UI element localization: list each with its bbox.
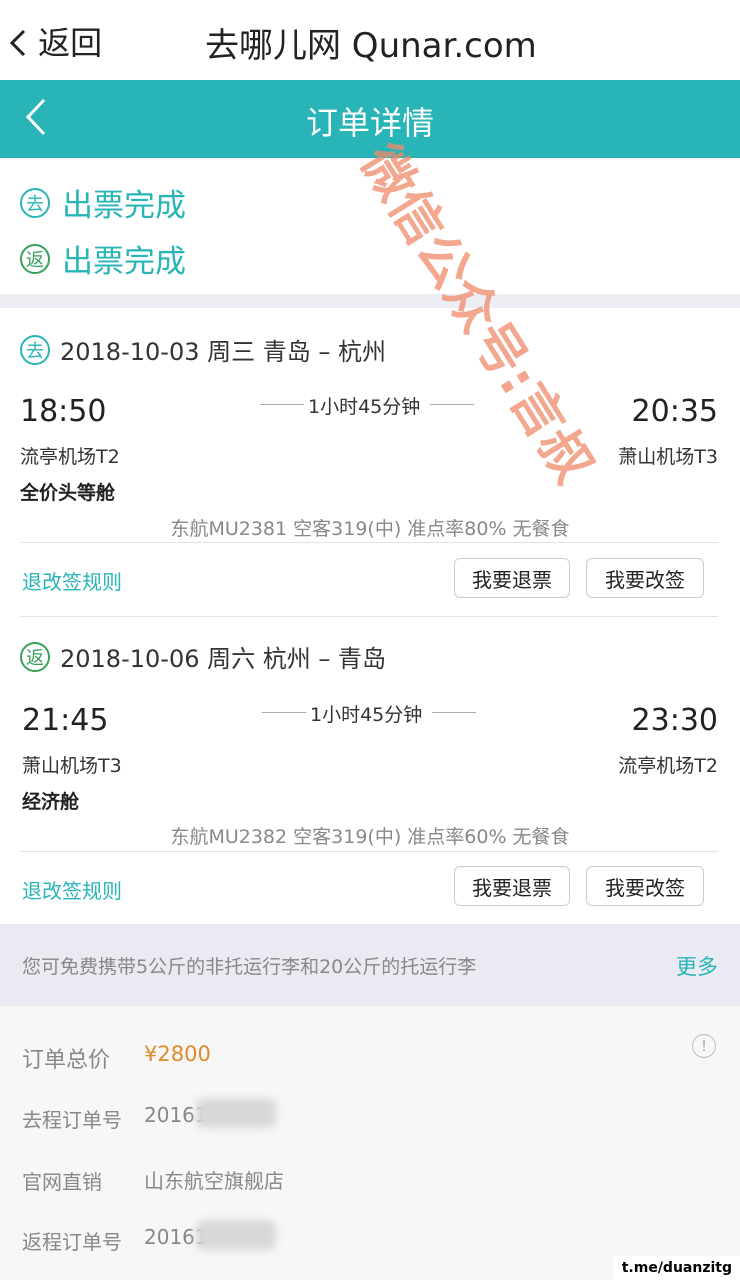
page-title: 订单详情 (305, 104, 434, 142)
depart-time: 21:45 (22, 703, 109, 738)
top-bar: 返回 去哪儿网 Qunar.com (0, 0, 740, 80)
return-status-text: 出票完成 (62, 244, 186, 280)
outbound-leg: 去 2018-10-03 周三 青岛 – 杭州 18:50 20:35 1小时4… (0, 308, 740, 616)
total-price-label: 订单总价 (22, 1048, 111, 1073)
arrive-time: 23:30 (631, 703, 718, 738)
more-link[interactable]: 更多 (676, 951, 718, 981)
cabin-class: 全价头等舱 (20, 482, 116, 504)
duration-line (432, 712, 476, 713)
depart-time: 18:50 (20, 394, 107, 429)
return-badge: 返 (20, 641, 50, 672)
flight-duration: 1小时45分钟 (310, 704, 423, 726)
arrive-time: 20:35 (631, 394, 718, 429)
refund-button[interactable]: 我要退票 (454, 866, 570, 906)
baggage-allowance-text: 您可免费携带5公斤的非托运行李和20公斤的托运行李 (22, 956, 477, 978)
refund-button[interactable]: 我要退票 (454, 558, 570, 598)
change-rules-link[interactable]: 退改签规则 (22, 875, 122, 904)
flight-info: 东航MU2382 空客319(中) 准点率60% 无餐食 (170, 826, 570, 848)
divider (0, 294, 740, 308)
chevron-left-icon (9, 29, 26, 57)
leg-header: 去 2018-10-03 周三 青岛 – 杭州 (20, 332, 386, 367)
return-status: 返 出票完成 (20, 236, 186, 281)
duration-line (430, 404, 474, 405)
nav-bar: 订单详情 (0, 80, 740, 158)
return-leg: 返 2018-10-06 周六 杭州 – 青岛 21:45 23:30 1小时4… (0, 617, 740, 924)
channel-value: 山东航空旗舰店 (144, 1169, 284, 1193)
flight-duration: 1小时45分钟 (308, 396, 421, 418)
duration-line (260, 404, 304, 405)
cabin-class: 经济舱 (22, 791, 80, 813)
flight-info: 东航MU2381 空客319(中) 准点率80% 无餐食 (170, 518, 570, 540)
duration-line (262, 712, 306, 713)
change-rules-link[interactable]: 退改签规则 (22, 566, 122, 595)
outbound-badge: 去 (20, 187, 50, 218)
change-ticket-button[interactable]: 我要改签 (586, 866, 704, 906)
leg-header: 返 2018-10-06 周六 杭州 – 青岛 (20, 639, 386, 674)
redacted-blur (196, 1220, 276, 1250)
corner-tag: t.me/duanzitg (613, 1256, 740, 1280)
outbound-order-no-label: 去程订单号 (22, 1108, 122, 1132)
depart-airport: 流亭机场T2 (20, 446, 120, 468)
ticket-status: 去 出票完成 返 出票完成 (0, 158, 740, 294)
site-title: 去哪儿网 Qunar.com (205, 26, 537, 66)
leg-date-route: 2018-10-06 周六 杭州 – 青岛 (60, 645, 386, 673)
change-ticket-button[interactable]: 我要改签 (586, 558, 704, 598)
order-info: 订单总价 ¥2800 ! 去程订单号 20161 官网直销 山东航空旗舰店 返程… (0, 1006, 740, 1280)
back-button[interactable]: 返回 (8, 18, 102, 64)
arrive-airport: 流亭机场T2 (618, 755, 718, 777)
return-badge: 返 (20, 243, 50, 274)
arrive-airport: 萧山机场T3 (618, 446, 718, 468)
back-label: 返回 (38, 24, 103, 62)
channel-label: 官网直销 (22, 1170, 102, 1194)
leg-date-route: 2018-10-03 周三 青岛 – 杭州 (60, 338, 386, 366)
divider (20, 851, 718, 852)
depart-airport: 萧山机场T3 (22, 755, 122, 777)
total-price: ¥2800 (144, 1042, 211, 1066)
outbound-status: 去 出票完成 (20, 180, 186, 225)
divider (20, 542, 718, 543)
redacted-blur (196, 1098, 276, 1128)
baggage-banner: 您可免费携带5公斤的非托运行李和20公斤的托运行李 更多 (0, 924, 740, 1006)
info-icon[interactable]: ! (692, 1034, 716, 1058)
outbound-badge: 去 (20, 334, 50, 365)
return-order-no-label: 返程订单号 (22, 1230, 122, 1254)
outbound-status-text: 出票完成 (62, 188, 186, 224)
